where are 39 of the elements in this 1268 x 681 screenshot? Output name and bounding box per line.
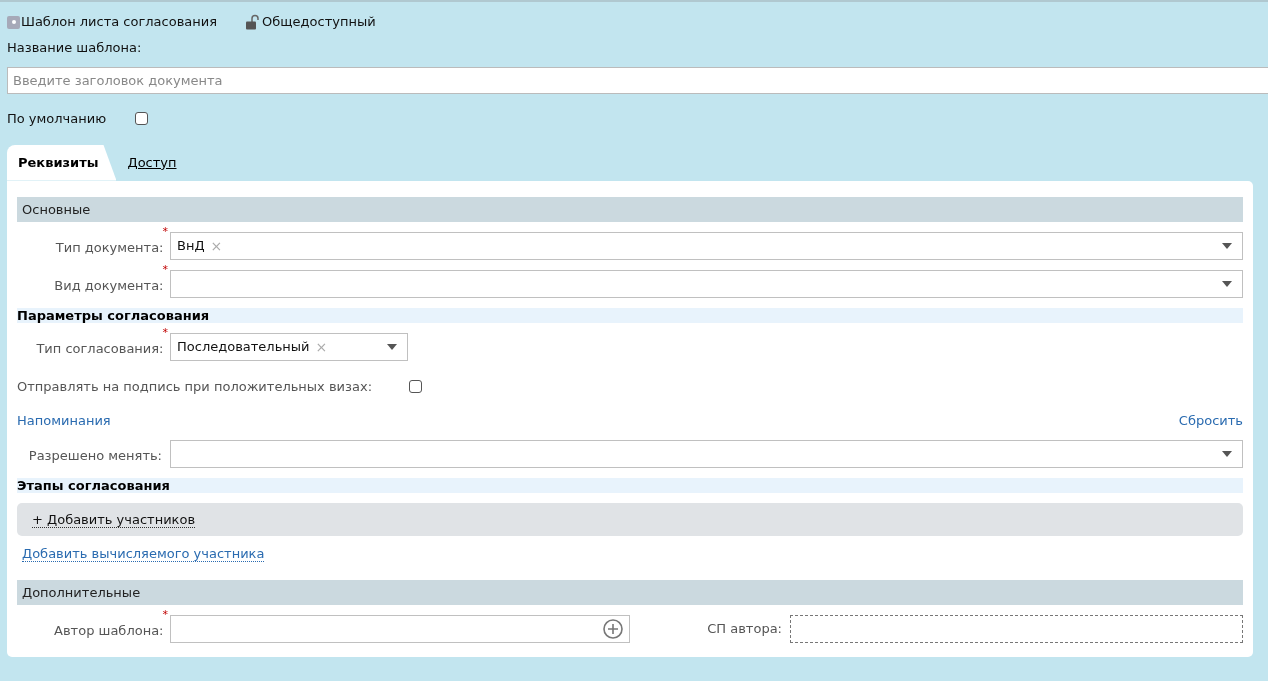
padlock-icon [245,14,262,30]
author-field[interactable] [170,614,630,643]
caret-icon [1222,451,1232,457]
select-field[interactable] [170,440,1243,468]
section-subheader: Параметры согласования [17,307,1243,323]
field-label: Тип согласования: [36,339,164,358]
reset-link[interactable]: Сбросить [1178,410,1243,430]
template-title: Шаблон листа согласования [21,13,218,32]
caret-icon [387,343,397,350]
template-name-input[interactable]: Введите заголовок документа [7,66,1268,94]
field-label: Тип документа: [55,238,164,257]
add-participants-link[interactable]: + Добавить участников [32,511,196,528]
default-label: По умолчанию [7,109,108,128]
section-subheader: Этапы согласования [17,478,1243,493]
select-field[interactable]: ВнД × [170,231,1243,260]
section-header: Основные [17,196,1243,222]
field-label: СП автора: [706,619,782,638]
field-label: Автор шаблона: [54,621,164,640]
section-header: Дополнительные [17,579,1243,605]
reminders-link[interactable]: Напоминания [17,410,111,430]
department-field[interactable] [790,614,1243,643]
select-value: ВнД [177,236,205,255]
field-label: Вид документа: [54,276,164,295]
add-computed-participant-link[interactable]: Добавить вычисляемого участника [22,546,265,562]
access-label: Общедоступный [262,13,376,32]
select-field[interactable] [170,269,1243,298]
tab[interactable]: Реквизиты [7,144,117,181]
template-icon [7,15,20,29]
add-circle-icon[interactable] [603,618,623,639]
field-label: Разрешено менять: [28,447,162,466]
select-field[interactable]: Последовательный × [170,332,408,361]
checkbox-label: Отправлять на подпись при положительных визах: [17,377,373,396]
template-name-label: Название шаблона: [7,40,142,55]
caret-icon [1222,280,1232,287]
tab[interactable]: Доступ [116,144,188,181]
select-value: Последовательный [177,337,310,356]
checkbox[interactable] [409,380,422,393]
caret-icon [1222,242,1232,249]
default-checkbox[interactable] [135,112,148,125]
